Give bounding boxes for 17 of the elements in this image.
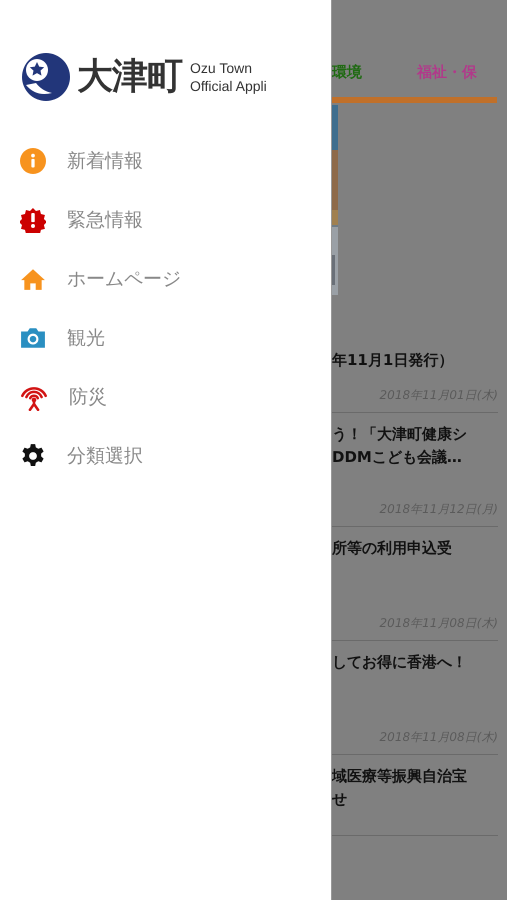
news-title[interactable]: してお得に香港へ！ bbox=[332, 651, 498, 721]
logo-icon bbox=[22, 53, 70, 101]
settings-icon bbox=[20, 442, 46, 468]
news-title[interactable]: う！「大津町健康シ DDMこども会議… bbox=[332, 423, 498, 493]
alert-icon bbox=[20, 206, 46, 232]
menu-item[interactable]: 分類選択 bbox=[0, 426, 331, 485]
logo-subtitle: Ozu Town bbox=[190, 59, 253, 77]
news-title[interactable]: 年11月1日発行） bbox=[332, 349, 498, 379]
menu-item[interactable]: 緊急情報 bbox=[0, 190, 331, 249]
news-title[interactable]: 所等の利用申込受 bbox=[332, 537, 498, 607]
logo-name: 大津町 bbox=[77, 59, 182, 95]
logo-subtitle: Official Appli bbox=[190, 77, 267, 95]
menu-item[interactable]: ホームページ bbox=[0, 249, 331, 308]
menu-item[interactable]: 新着情報 bbox=[0, 131, 331, 190]
info-icon bbox=[20, 148, 46, 174]
menu-item[interactable]: 観光 bbox=[0, 308, 331, 367]
menu-item[interactable]: 防災 bbox=[0, 367, 331, 426]
